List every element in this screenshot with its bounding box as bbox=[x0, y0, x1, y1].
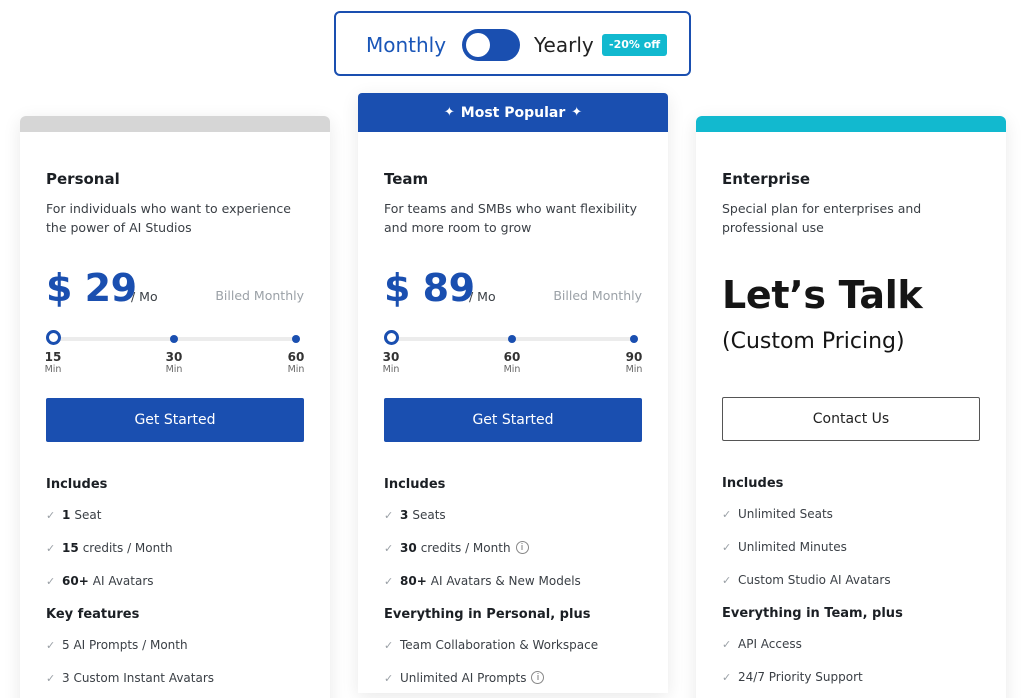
list-item: ✓ 5 AI Prompts / Month bbox=[46, 638, 188, 652]
check-icon: ✓ bbox=[384, 672, 394, 685]
list-item: ✓ 80+ AI Avatars & New Models bbox=[384, 574, 581, 588]
get-started-button[interactable]: Get Started bbox=[46, 398, 304, 442]
info-icon[interactable]: i bbox=[515, 541, 529, 554]
card-body: Enterprise Special plan for enterprises … bbox=[722, 170, 980, 354]
list-item: ✓ Unlimited Seats bbox=[722, 507, 833, 521]
price-row: $ 29 / Mo Billed Monthly bbox=[46, 266, 304, 322]
list-item: ✓ API Access bbox=[722, 637, 802, 651]
list-item: ✓ 15 credits / Month bbox=[46, 541, 173, 555]
toggle-knob bbox=[466, 33, 490, 57]
check-icon: ✓ bbox=[722, 574, 732, 587]
list-item: ✓ 60+ AI Avatars bbox=[46, 574, 154, 588]
yearly-label[interactable]: Yearly bbox=[534, 33, 594, 57]
minutes-slider[interactable]: 15 Min 30 Min 60 Min bbox=[45, 330, 304, 380]
most-popular-banner: ✦ Most Popular ✦ bbox=[358, 93, 668, 132]
slider-tick: 15 Min bbox=[44, 350, 62, 375]
plan-description: Special plan for enterprises and profess… bbox=[722, 201, 922, 235]
sparkle-icon: ✦ bbox=[443, 105, 455, 120]
price-period: / Mo bbox=[131, 289, 158, 304]
check-icon: ✓ bbox=[46, 542, 56, 555]
price-period: / Mo bbox=[469, 289, 496, 304]
list-item: ✓ Unlimited AI Prompts i bbox=[384, 671, 648, 698]
card-body: Personal For individuals who want to exp… bbox=[45, 170, 305, 380]
billing-toggle-switch[interactable] bbox=[462, 29, 520, 61]
check-icon: ✓ bbox=[384, 639, 394, 652]
plan-name: Enterprise bbox=[722, 170, 811, 188]
includes-heading: Includes bbox=[722, 476, 784, 491]
feature-list: Includes ✓ 1 Seat ✓ 15 credits / Month ✓ 60+ A… bbox=[46, 477, 310, 698]
plan-card-enterprise: Enterprise Special plan for enterprises … bbox=[696, 116, 1006, 698]
feature-list: Includes ✓ 3 Seats ✓ 30 credits / Month i ✓ 80… bbox=[384, 477, 648, 698]
monthly-label[interactable]: Monthly bbox=[366, 33, 446, 57]
check-icon: ✓ bbox=[46, 509, 56, 522]
list-item: ✓ 24/7 Priority Support bbox=[722, 670, 863, 684]
get-started-button[interactable]: Get Started bbox=[384, 398, 642, 442]
most-popular-label: Most Popular bbox=[460, 104, 566, 121]
list-item: ✓ Custom Studio AI Avatars bbox=[722, 573, 891, 587]
card-body: Team For teams and SMBs who want flexibi… bbox=[383, 170, 643, 380]
slider-tick: 60 Min bbox=[287, 350, 305, 375]
features-heading: Key features bbox=[46, 607, 140, 622]
check-icon: ✓ bbox=[384, 575, 394, 588]
list-item: ✓ Unlimited Minutes bbox=[722, 540, 847, 554]
contact-us-button[interactable]: Contact Us bbox=[722, 397, 980, 441]
features-heading: Everything in Personal, plus bbox=[384, 607, 591, 622]
slider-tick: 60 Min bbox=[503, 350, 521, 375]
check-icon: ✓ bbox=[384, 509, 394, 522]
card-top-bar bbox=[20, 116, 330, 132]
check-icon: ✓ bbox=[722, 508, 732, 521]
slider-tick: 30 Min bbox=[382, 350, 400, 375]
check-icon: ✓ bbox=[46, 639, 56, 652]
price-row: $ 89 / Mo Billed Monthly bbox=[384, 266, 642, 322]
billing-note: Billed Monthly bbox=[553, 288, 642, 303]
includes-heading: Includes bbox=[46, 477, 108, 492]
check-icon: ✓ bbox=[46, 575, 56, 588]
check-icon: ✓ bbox=[46, 672, 56, 685]
slider-handle[interactable] bbox=[384, 330, 399, 345]
card-top-bar bbox=[696, 116, 1006, 132]
plan-name: Team bbox=[384, 170, 429, 188]
plan-card-personal: Personal For individuals who want to exp… bbox=[20, 116, 330, 698]
sparkle-icon: ✦ bbox=[571, 105, 583, 120]
plan-name: Personal bbox=[46, 170, 120, 188]
slider-stop-dot[interactable] bbox=[292, 335, 300, 343]
list-item: ✓ 1 Seat bbox=[46, 508, 102, 522]
list-item: ✓ 30 credits / Month i bbox=[384, 541, 648, 574]
check-icon: ✓ bbox=[722, 638, 732, 651]
card-top-bar: ✦ Most Popular ✦ bbox=[358, 93, 668, 132]
plan-price: $ 89 bbox=[384, 266, 475, 310]
plan-description: For teams and SMBs who want flexibility … bbox=[384, 201, 638, 235]
plan-price: $ 29 bbox=[46, 266, 137, 310]
check-icon: ✓ bbox=[384, 542, 394, 555]
billing-note: Billed Monthly bbox=[215, 288, 304, 303]
list-item: ✓ 3 Custom Instant Avatars bbox=[46, 671, 215, 685]
slider-stop-dot[interactable] bbox=[630, 335, 638, 343]
slider-tick: 90 Min bbox=[625, 350, 643, 375]
slider-stop-dot[interactable] bbox=[170, 335, 178, 343]
plan-description: For individuals who want to experience t… bbox=[46, 201, 291, 235]
info-icon[interactable]: i bbox=[531, 671, 545, 684]
lets-talk-heading: Let’s Talk bbox=[722, 273, 923, 317]
discount-badge: -20% off bbox=[602, 34, 668, 56]
plan-card-team: ✦ Most Popular ✦ Team For teams and SMBs… bbox=[358, 93, 668, 693]
check-icon: ✓ bbox=[722, 541, 732, 554]
check-icon: ✓ bbox=[722, 671, 732, 684]
list-item: ✓ 3 Seats bbox=[384, 508, 446, 522]
includes-heading: Includes bbox=[384, 477, 446, 492]
slider-tick: 30 Min bbox=[165, 350, 183, 375]
list-item: ✓ Team Collaboration & Workspace bbox=[384, 638, 599, 652]
features-heading: Everything in Team, plus bbox=[722, 606, 903, 621]
feature-list: Includes ✓ Unlimited Seats ✓ Unlimited Min… bbox=[722, 476, 986, 698]
slider-stop-dot[interactable] bbox=[508, 335, 516, 343]
billing-toggle-box: Monthly Yearly -20% off bbox=[334, 11, 691, 76]
minutes-slider[interactable]: 30 Min 60 Min 90 Min bbox=[383, 330, 642, 380]
custom-pricing-label: (Custom Pricing) bbox=[722, 329, 905, 354]
slider-handle[interactable] bbox=[46, 330, 61, 345]
